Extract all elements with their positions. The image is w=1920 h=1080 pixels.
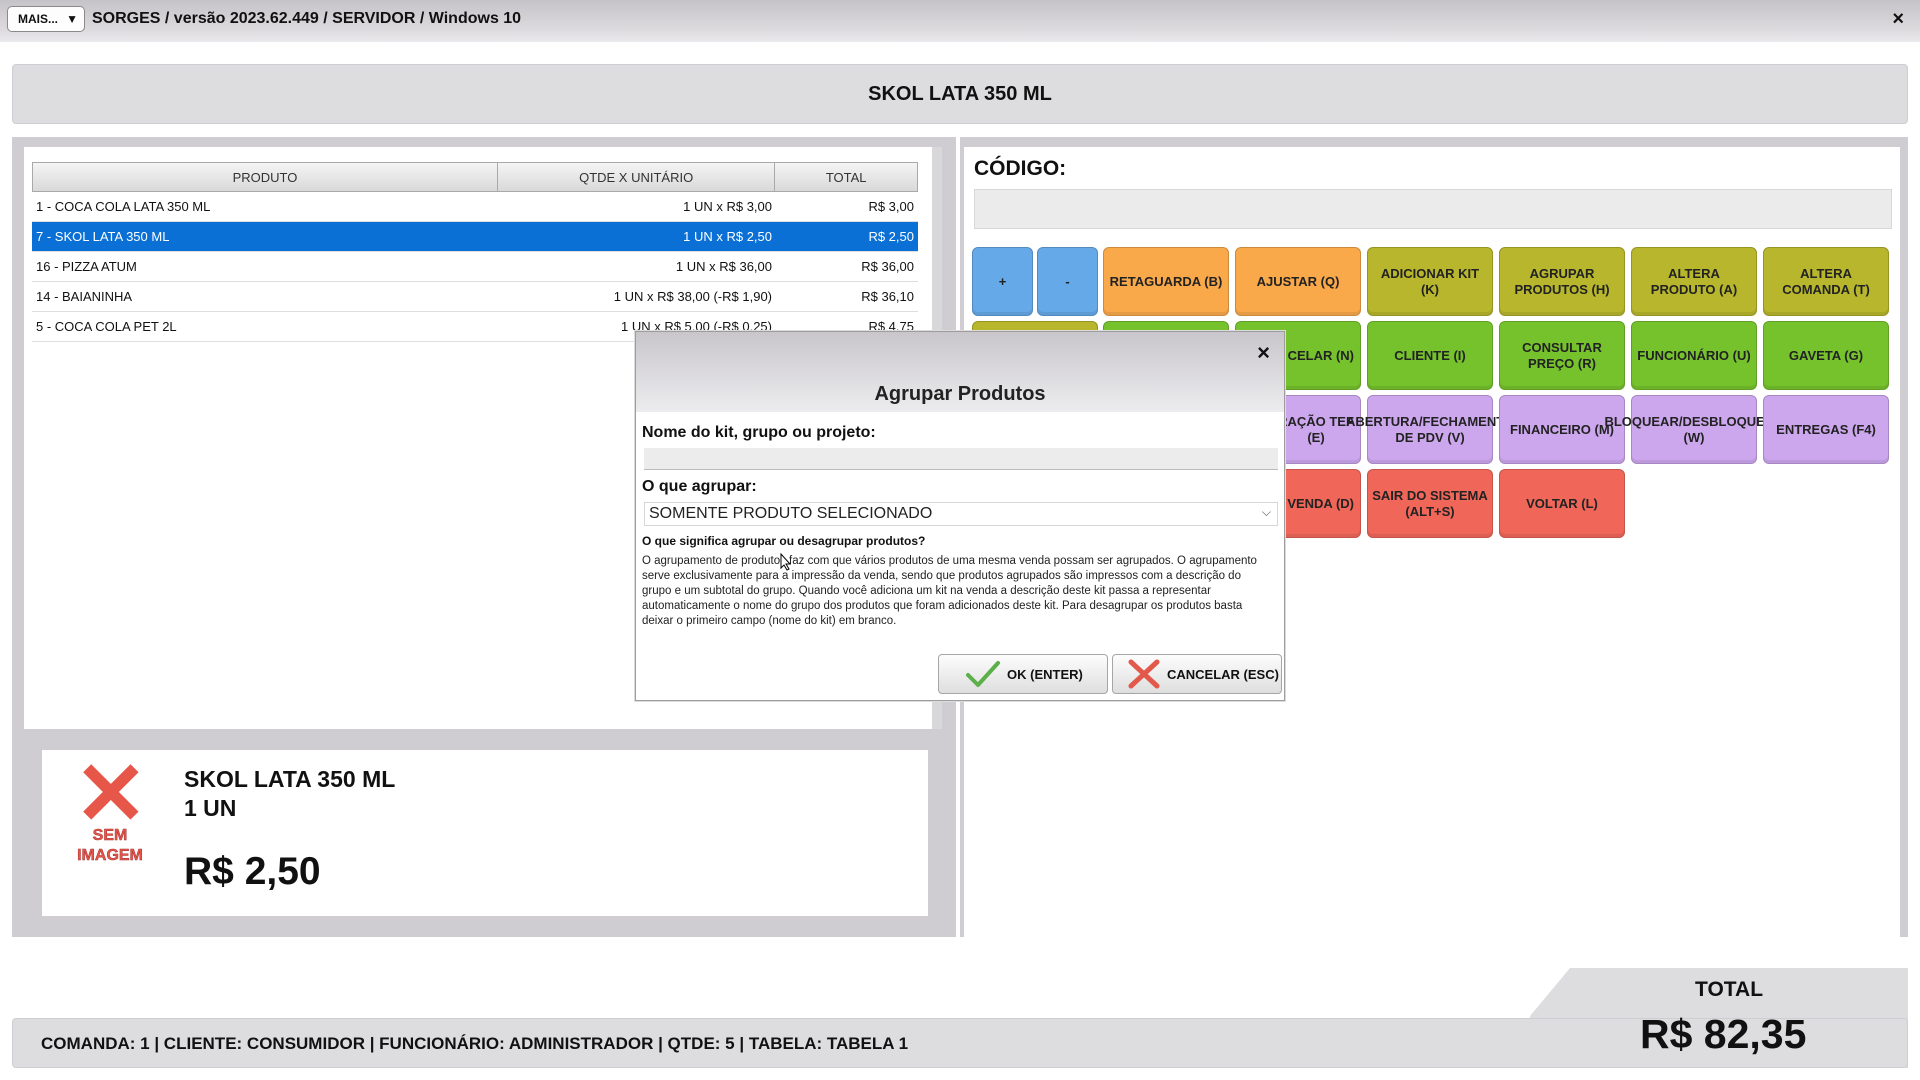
plus-button[interactable]: + — [972, 247, 1033, 316]
info-product-name: SKOL LATA 350 ML — [184, 766, 396, 792]
header-produto[interactable]: PRODUTO — [33, 163, 498, 191]
cell-qtde: 1 UN x R$ 38,00 (-R$ 1,90) — [613, 289, 772, 304]
table-row-selected[interactable]: 7 - SKOL LATA 350 ML 1 UN x R$ 2,50 R$ 2… — [32, 222, 918, 252]
no-image-label: SEM IMAGEM — [77, 827, 143, 865]
close-app-icon[interactable]: × — [1892, 8, 1904, 31]
configuracao-tef-label: RAÇÃO TEF (E) — [1278, 413, 1354, 445]
kit-name-label: Nome do kit, grupo ou projeto: — [642, 424, 876, 441]
cell-produto: 7 - SKOL LATA 350 ML — [36, 229, 170, 244]
selected-product-info: ✕ SEM IMAGEM SKOL LATA 350 ML 1 UN R$ 2,… — [32, 740, 938, 926]
entregas-button[interactable]: ENTREGAS (F4) — [1763, 395, 1889, 464]
cancel-x-icon — [1128, 659, 1160, 689]
header-total[interactable]: TOTAL — [775, 163, 917, 191]
cell-total: R$ 36,10 — [861, 289, 914, 304]
cancelar-label: CELAR (N) — [1287, 347, 1354, 363]
cell-total: R$ 3,00 — [868, 199, 914, 214]
table-row[interactable]: 1 - COCA COLA LATA 350 ML 1 UN x R$ 3,00… — [32, 192, 918, 222]
ok-button[interactable]: OK (ENTER) — [938, 654, 1108, 694]
title-bar: MAIS... ▼ SORGES / versão 2023.62.449 / … — [0, 0, 1920, 42]
status-text: COMANDA: 1 | CLIENTE: CONSUMIDOR | FUNCI… — [41, 1034, 909, 1053]
no-image-x-icon: ✕ — [74, 744, 148, 843]
app-title: SORGES / versão 2023.62.449 / SERVIDOR /… — [92, 10, 522, 27]
dialog-title: Agrupar Produtos — [874, 383, 1046, 405]
total-value: R$ 82,35 — [1640, 1011, 1807, 1057]
ok-label: OK (ENTER) — [1007, 666, 1083, 682]
cell-qtde: 1 UN x R$ 3,00 — [683, 199, 772, 214]
cell-produto: 5 - COCA COLA PET 2L — [36, 319, 177, 334]
cell-produto: 1 - COCA COLA LATA 350 ML — [36, 199, 211, 214]
adicionar-kit-button[interactable]: ADICIONAR KIT (K) — [1367, 247, 1493, 316]
abertura-fechamento-button[interactable]: ABERTURA/FECHAMENTO DE PDV (V) — [1346, 395, 1514, 464]
current-product-banner: SKOL LATA 350 ML — [12, 64, 1908, 124]
dialog-close-icon[interactable]: × — [1257, 340, 1270, 366]
sair-sistema-button[interactable]: SAIR DO SISTEMA (ALT+S) — [1367, 469, 1493, 538]
agrupar-produtos-dialog: × Agrupar Produtos Nome do kit, grupo ou… — [635, 331, 1285, 701]
checkmark-icon — [966, 661, 1000, 687]
cancel-label: CANCELAR (ESC) — [1167, 666, 1279, 682]
agrupar-what-label: O que agrupar: — [642, 478, 757, 495]
cell-total: R$ 2,50 — [868, 229, 914, 244]
venda-label: VENDA (D) — [1287, 495, 1354, 511]
voltar-button[interactable]: VOLTAR (L) — [1499, 469, 1625, 538]
mais-label: MAIS... — [18, 12, 59, 26]
info-product-qty: 1 UN — [184, 795, 237, 821]
agrupar-what-select[interactable]: SOMENTE PRODUTO SELECIONADO ⌵ — [644, 502, 1278, 526]
retaguarda-button[interactable]: RETAGUARDA (B) — [1103, 247, 1229, 316]
ajustar-button[interactable]: AJUSTAR (Q) — [1235, 247, 1361, 316]
altera-produto-button[interactable]: ALTERA PRODUTO (A) — [1631, 247, 1757, 316]
table-row[interactable]: 14 - BAIANINHA 1 UN x R$ 38,00 (-R$ 1,90… — [32, 282, 918, 312]
cancel-button[interactable]: CANCELAR (ESC) — [1112, 654, 1282, 694]
status-bar: COMANDA: 1 | CLIENTE: CONSUMIDOR | FUNCI… — [12, 1018, 1908, 1068]
info-product-price: R$ 2,50 — [184, 850, 321, 893]
help-text: O agrupamento de produtos faz com que vá… — [642, 555, 1257, 627]
cell-qtde: 1 UN x R$ 2,50 — [683, 229, 772, 244]
help-title: O que significa agrupar ou desagrupar pr… — [642, 534, 926, 548]
consultar-preco-button[interactable]: CONSULTAR PREÇO (R) — [1499, 321, 1625, 390]
cliente-button[interactable]: CLIENTE (I) — [1367, 321, 1493, 390]
kit-name-input[interactable] — [644, 448, 1278, 470]
mais-dropdown-button[interactable]: MAIS... ▼ — [7, 6, 85, 32]
mouse-cursor-icon — [780, 553, 792, 571]
chevron-down-icon: ⌵ — [1261, 505, 1271, 519]
cell-qtde: 1 UN x R$ 36,00 — [675, 259, 772, 274]
altera-comanda-button[interactable]: ALTERA COMANDA (T) — [1763, 247, 1889, 316]
cell-produto: 16 - PIZZA ATUM — [36, 259, 137, 274]
gaveta-button[interactable]: GAVETA (G) — [1763, 321, 1889, 390]
no-image-placeholder: ✕ SEM IMAGEM — [68, 750, 152, 868]
codigo-input[interactable] — [974, 189, 1892, 229]
bloquear-desbloquear-button[interactable]: BLOQUEAR/DESBLOQUEAR (W) — [1604, 395, 1784, 464]
funcionario-button[interactable]: FUNCIONÁRIO (U) — [1631, 321, 1757, 390]
cell-total: R$ 36,00 — [861, 259, 914, 274]
items-table-body: 1 - COCA COLA LATA 350 ML 1 UN x R$ 3,00… — [32, 192, 918, 342]
agrupar-select-value: SOMENTE PRODUTO SELECIONADO — [649, 505, 933, 522]
cell-produto: 14 - BAIANINHA — [36, 289, 133, 304]
header-qtde[interactable]: QTDE X UNITÁRIO — [498, 163, 776, 191]
total-label: TOTAL — [1695, 978, 1764, 1001]
dropdown-arrow-icon: ▼ — [66, 12, 78, 26]
minus-button[interactable]: - — [1037, 247, 1098, 316]
dialog-header: × Agrupar Produtos — [636, 332, 1284, 412]
table-row[interactable]: 16 - PIZZA ATUM 1 UN x R$ 36,00 R$ 36,00 — [32, 252, 918, 282]
items-table-header: PRODUTO QTDE X UNITÁRIO TOTAL — [32, 162, 918, 192]
codigo-label: CÓDIGO: — [974, 157, 1067, 180]
agrupar-produtos-button[interactable]: AGRUPAR PRODUTOS (H) — [1499, 247, 1625, 316]
